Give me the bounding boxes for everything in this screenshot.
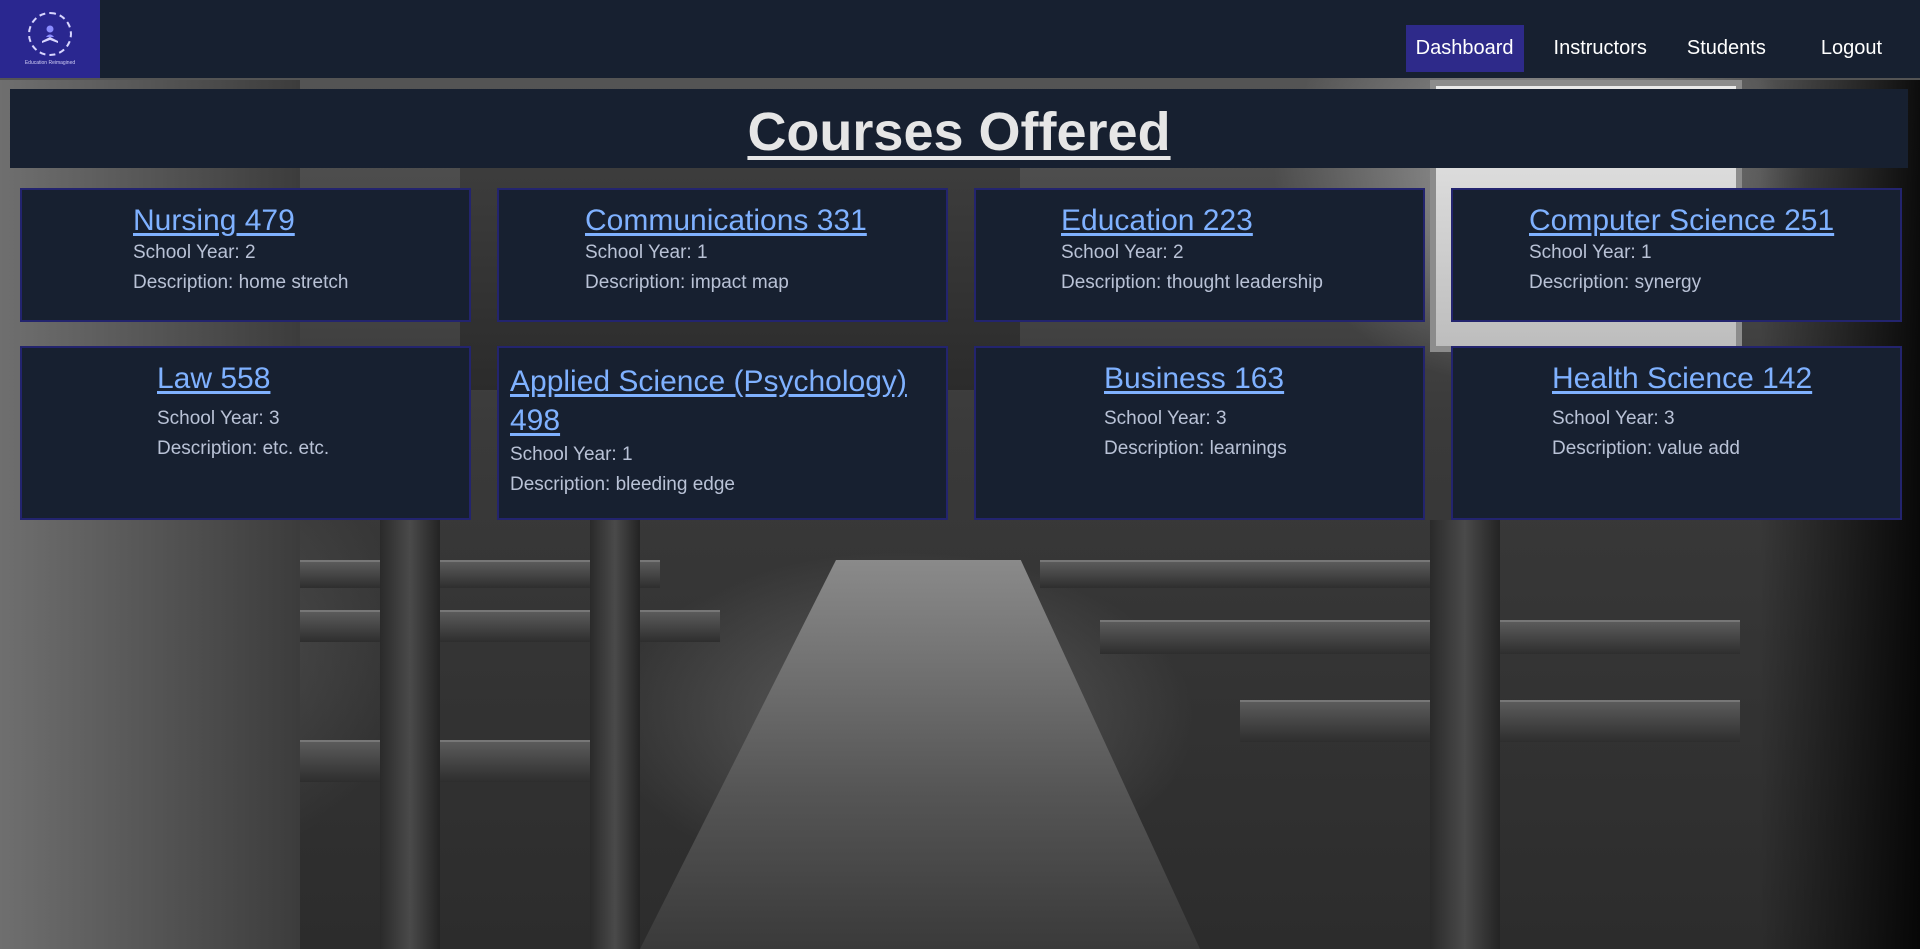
course-title-link[interactable]: Law 558 — [157, 362, 469, 396]
course-year: School Year: 2 — [1061, 242, 1184, 263]
course-description: Description: impact map — [585, 272, 789, 293]
card-spacer — [1552, 396, 1900, 404]
course-title-link[interactable]: Communications 331 — [585, 204, 946, 238]
logo-caption: Education Reimagined — [24, 60, 76, 66]
card-spacer — [157, 396, 469, 404]
course-year: School Year: 1 — [510, 444, 633, 465]
background-post — [590, 520, 640, 949]
course-year: School Year: 3 — [1104, 408, 1227, 429]
course-card: Computer Science 251 School Year: 1 Desc… — [1451, 188, 1902, 322]
course-description: Description: learnings — [1104, 438, 1287, 459]
course-description: Description: thought leadership — [1061, 272, 1323, 293]
course-card: Communications 331 School Year: 1 Descri… — [497, 188, 948, 322]
course-title-link[interactable]: Nursing 479 — [133, 204, 469, 238]
course-card: Nursing 479 School Year: 2 Description: … — [20, 188, 471, 322]
background-desk — [1040, 560, 1460, 588]
background-post — [380, 520, 440, 949]
course-description: Description: home stretch — [133, 272, 349, 293]
student-reading-icon — [42, 25, 58, 43]
course-card: Law 558 School Year: 3 Description: etc.… — [20, 346, 471, 520]
course-description: Description: value add — [1552, 438, 1740, 459]
nav-dashboard-link[interactable]: Dashboard — [1405, 25, 1524, 72]
course-title-link[interactable]: Applied Science (Psychology) 498 — [510, 362, 936, 440]
background-desk — [1100, 620, 1740, 654]
nav-instructors-link[interactable]: Instructors — [1544, 25, 1657, 72]
course-year: School Year: 3 — [157, 408, 280, 429]
course-card: Health Science 142 School Year: 3 Descri… — [1451, 346, 1902, 520]
course-card: Business 163 School Year: 3 Description:… — [974, 346, 1425, 520]
logo-badge-icon — [28, 12, 72, 56]
background-aisle — [640, 560, 1200, 949]
page-heading-band: Courses Offered — [10, 89, 1908, 168]
course-year: School Year: 1 — [585, 242, 708, 263]
nav-logout-link[interactable]: Logout — [1811, 25, 1892, 72]
course-description: Description: synergy — [1529, 272, 1702, 293]
course-title-link[interactable]: Education 223 — [1061, 204, 1423, 238]
course-year: School Year: 2 — [133, 242, 256, 263]
nav-links: Dashboard Instructors Students Logout — [1405, 25, 1920, 72]
course-card: Applied Science (Psychology) 498 School … — [497, 346, 948, 520]
course-title-link[interactable]: Business 163 — [1104, 362, 1423, 396]
background-desk — [300, 740, 630, 782]
school-logo[interactable]: Education Reimagined — [0, 0, 100, 78]
course-grid: Nursing 479 School Year: 2 Description: … — [20, 188, 1902, 520]
background-desk — [300, 610, 720, 642]
course-description: Description: bleeding edge — [510, 474, 735, 495]
course-year: School Year: 3 — [1552, 408, 1675, 429]
nav-students-link[interactable]: Students — [1677, 25, 1776, 72]
card-spacer — [1104, 396, 1423, 404]
course-card: Education 223 School Year: 2 Description… — [974, 188, 1425, 322]
background-post — [1430, 520, 1500, 949]
course-year: School Year: 1 — [1529, 242, 1652, 263]
course-title-link[interactable]: Computer Science 251 — [1529, 204, 1900, 238]
page-title: Courses Offered — [747, 102, 1171, 162]
course-description: Description: etc. etc. — [157, 438, 330, 459]
top-navbar: Education Reimagined Dashboard Instructo… — [0, 0, 1920, 78]
course-title-link[interactable]: Health Science 142 — [1552, 362, 1900, 396]
